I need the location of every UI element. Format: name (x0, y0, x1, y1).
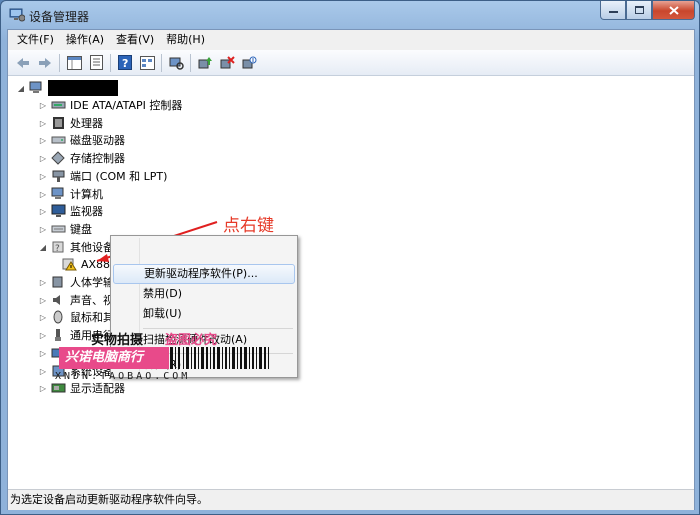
menu-uninstall[interactable]: 卸载(U) (113, 304, 295, 324)
annotation-arrow (96, 221, 218, 262)
watermark-line1: 实物拍摄 (91, 333, 144, 348)
device-manager-window: 设备管理器 文件(F) 操作(A) 查看(V) 帮助(H) ? ◢ ▷ IDE … (0, 0, 700, 515)
menu-disable[interactable]: 禁用(D) (113, 284, 295, 304)
barcode-graphic (163, 347, 269, 369)
watermark-url: XNDN.TAOBAO.COM (55, 371, 191, 382)
annotation-label: 点右键 (223, 216, 274, 236)
watermark-line2: 盗图必究 (165, 333, 218, 348)
watermark-brand: 兴诺电脑商行 (59, 347, 169, 369)
menu-update-driver[interactable]: 更新驱动程序软件(P)... (113, 264, 295, 284)
watermark-stamp: 实物拍摄 盗图必究 兴诺电脑商行 XNDN.TAOBAO.COM (55, 325, 275, 385)
